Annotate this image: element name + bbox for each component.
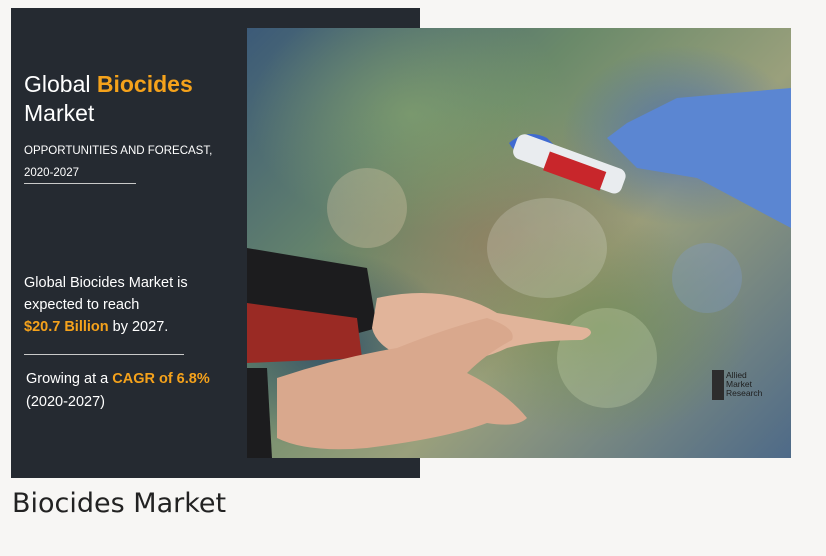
allied-market-research-logo-icon: [712, 370, 724, 400]
stat1-suffix: by 2027.: [108, 319, 169, 335]
title-suffix: Market: [24, 100, 95, 126]
title-prefix: Global: [24, 71, 97, 97]
divider: [24, 354, 184, 355]
stat2-text: Growing at a: [26, 371, 113, 387]
divider: [24, 183, 136, 184]
logo-text: Allied Market Research: [726, 370, 763, 398]
banner-subtitle: OPPORTUNITIES AND FORECAST, 2020-2027: [24, 145, 213, 179]
cagr-statement: Growing at a CAGR of 6.8% (2020-2027): [26, 368, 246, 414]
market-size-statement: Global Biocides Market is expected to re…: [24, 272, 244, 338]
image-caption: Biocides Market: [12, 488, 227, 519]
photo-illustration: [247, 88, 791, 458]
stat1-text: Global Biocides Market is expected to re…: [24, 275, 188, 313]
title-accent: Biocides: [96, 71, 193, 97]
market-banner-image: Global Biocides Market OPPORTUNITIES AND…: [11, 8, 791, 478]
hand-sanitizer-photo: [247, 28, 791, 458]
allied-market-research-logo: Allied Market Research: [712, 370, 788, 410]
stat2-value: CAGR of 6.8%: [112, 371, 210, 387]
stat2-period: (2020-2027): [26, 394, 105, 410]
stat1-value: $20.7 Billion: [24, 319, 109, 335]
banner-title: Global Biocides Market: [24, 70, 193, 128]
